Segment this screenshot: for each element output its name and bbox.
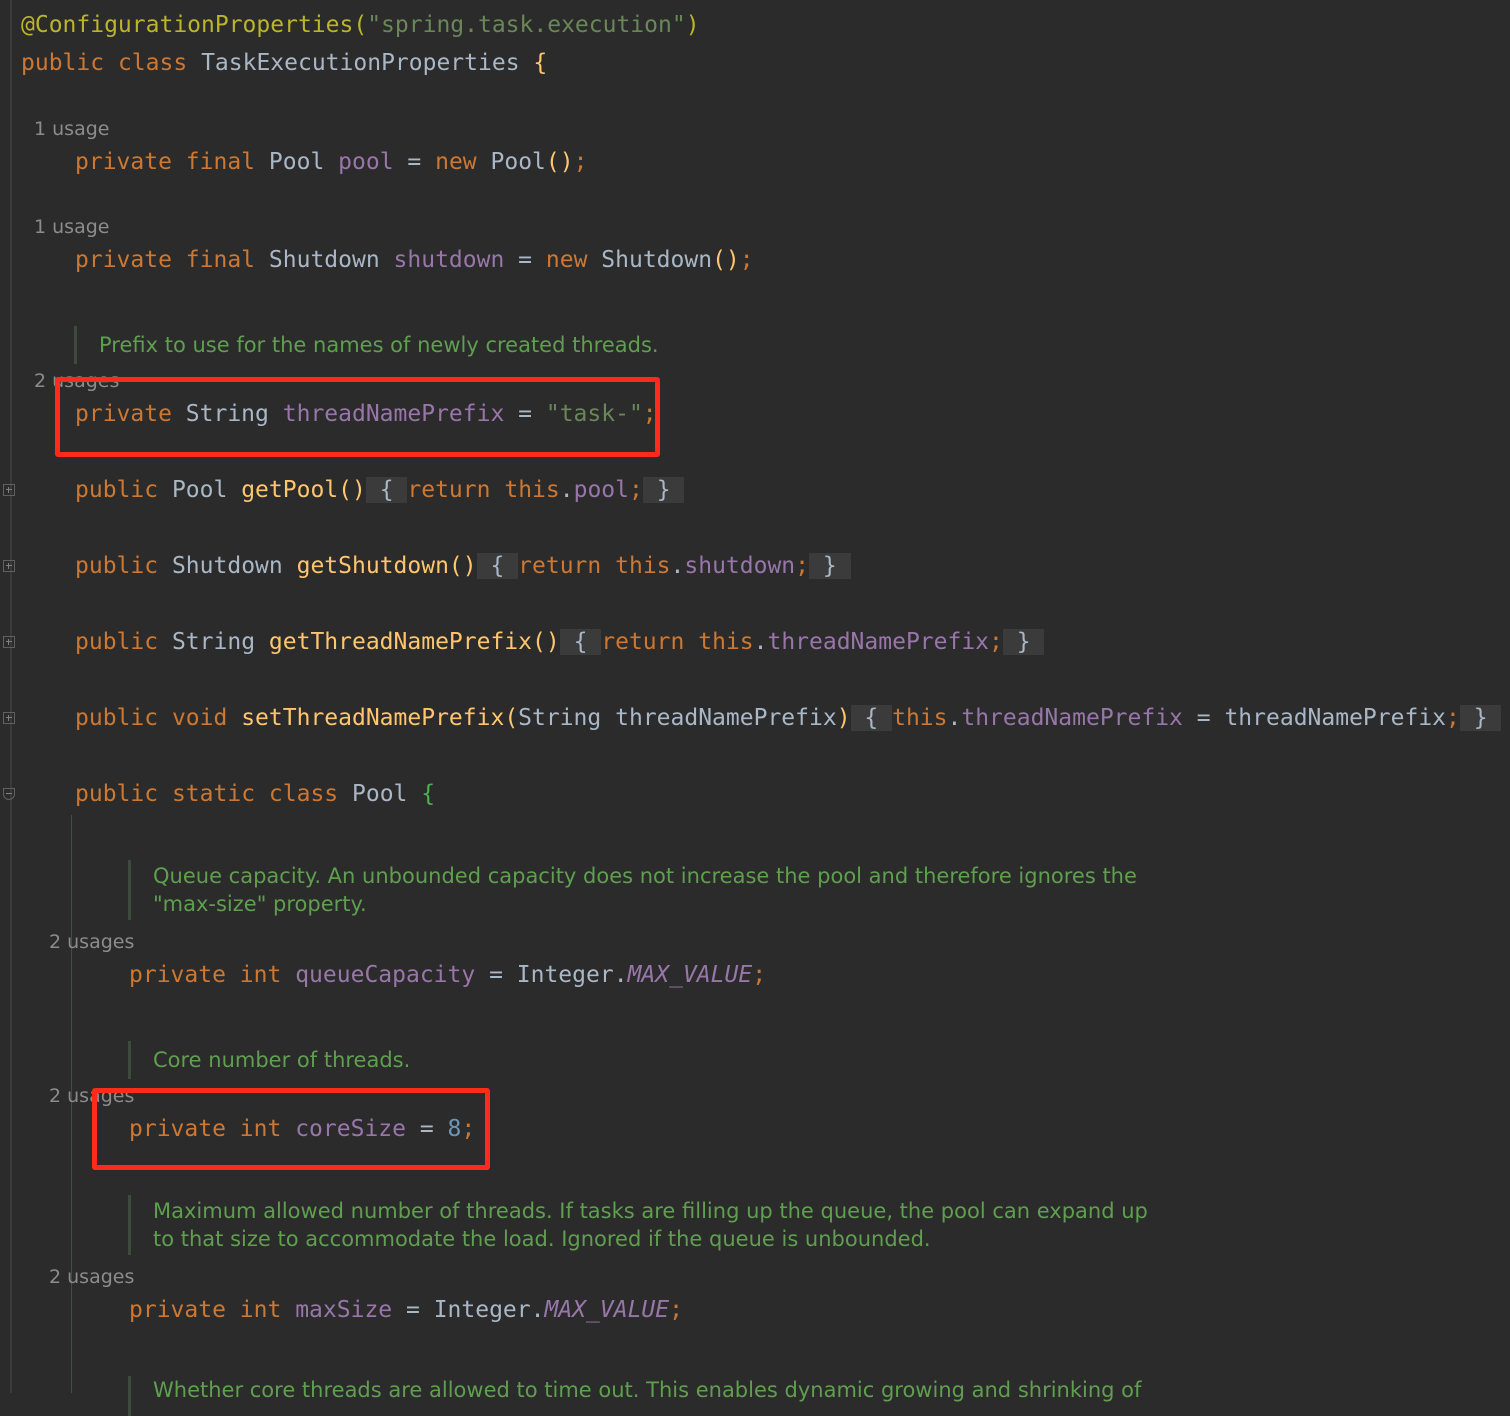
fold-expand-icon[interactable] <box>3 712 15 724</box>
fold-expand-icon[interactable] <box>3 636 15 648</box>
highlight-box <box>92 1088 490 1170</box>
editor-gutter <box>10 0 12 1393</box>
doc-comment: Queue capacity. An unbounded capacity do… <box>128 860 1137 920</box>
queue-capacity-field-line[interactable]: private int queueCapacity = Integer.MAX_… <box>129 960 766 990</box>
annotation: @ConfigurationProperties <box>21 12 354 38</box>
fold-collapse-icon[interactable] <box>3 788 15 800</box>
annotation-argument: "spring.task.execution" <box>367 12 686 38</box>
class-name: TaskExecutionProperties <box>201 50 520 76</box>
usage-hint[interactable]: 1 usage <box>34 118 109 140</box>
max-size-field-line[interactable]: private int maxSize = Integer.MAX_VALUE; <box>129 1295 683 1325</box>
highlight-box <box>55 377 660 457</box>
usage-hint[interactable]: 2 usages <box>49 1266 134 1288</box>
get-thread-name-prefix-method-line[interactable]: public String getThreadNamePrefix() { re… <box>75 627 1045 657</box>
class-declaration-line[interactable]: public class TaskExecutionProperties { <box>21 48 547 78</box>
doc-comment: Prefix to use for the names of newly cre… <box>74 326 659 364</box>
shutdown-field-line[interactable]: private final Shutdown shutdown = new Sh… <box>75 245 754 275</box>
usage-hint[interactable]: 1 usage <box>34 216 109 238</box>
get-shutdown-method-line[interactable]: public Shutdown getShutdown() { return t… <box>75 551 851 581</box>
pool-field-line[interactable]: private final Pool pool = new Pool(); <box>75 147 587 177</box>
class-annotation-line[interactable]: @ConfigurationProperties("spring.task.ex… <box>21 10 700 40</box>
usage-hint[interactable]: 2 usages <box>49 931 134 953</box>
pool-class-declaration-line[interactable]: public static class Pool { <box>75 779 435 809</box>
fold-expand-icon[interactable] <box>3 560 15 572</box>
doc-comment: Maximum allowed number of threads. If ta… <box>128 1195 1148 1255</box>
get-pool-method-line[interactable]: public Pool getPool() { return this.pool… <box>75 475 685 505</box>
fold-expand-icon[interactable] <box>3 484 15 496</box>
doc-comment: Core number of threads. <box>128 1041 410 1079</box>
set-thread-name-prefix-method-line[interactable]: public void setThreadNamePrefix(String t… <box>75 703 1502 733</box>
doc-comment: Whether core threads are allowed to time… <box>128 1376 1141 1416</box>
